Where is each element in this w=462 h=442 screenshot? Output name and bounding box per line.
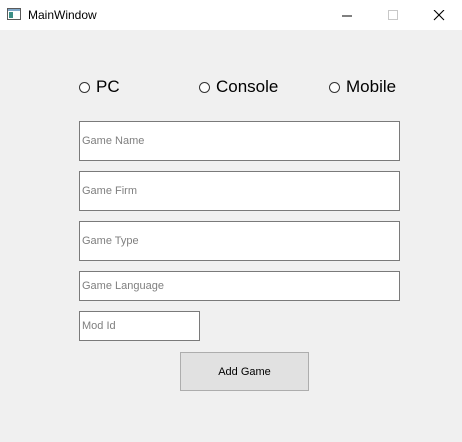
close-button[interactable] [416, 0, 462, 30]
minimize-icon [342, 15, 352, 17]
radio-circle-icon[interactable] [199, 81, 210, 93]
minimize-button[interactable] [324, 0, 370, 30]
radio-mobile-label: Mobile [346, 77, 397, 96]
radio-console-label: Console [216, 77, 279, 96]
radio-console[interactable]: Console [199, 77, 278, 97]
maximize-button[interactable] [370, 0, 416, 30]
mod-id-input[interactable] [79, 311, 200, 341]
radio-mobile[interactable]: Mobile [329, 77, 396, 97]
app-window-icon [7, 8, 21, 20]
title-bar: MainWindow [0, 0, 462, 31]
radio-circle-icon[interactable] [79, 81, 90, 93]
add-game-button[interactable]: Add Game [180, 352, 309, 391]
radio-pc[interactable]: PC [79, 77, 120, 97]
game-language-input[interactable] [79, 271, 400, 301]
window-title: MainWindow [28, 8, 97, 22]
game-name-input[interactable] [79, 121, 400, 161]
maximize-icon [388, 10, 398, 20]
game-type-input[interactable] [79, 221, 400, 261]
radio-circle-icon[interactable] [329, 81, 340, 93]
radio-pc-label: PC [96, 77, 120, 96]
close-icon [433, 10, 445, 21]
game-firm-input[interactable] [79, 171, 400, 211]
